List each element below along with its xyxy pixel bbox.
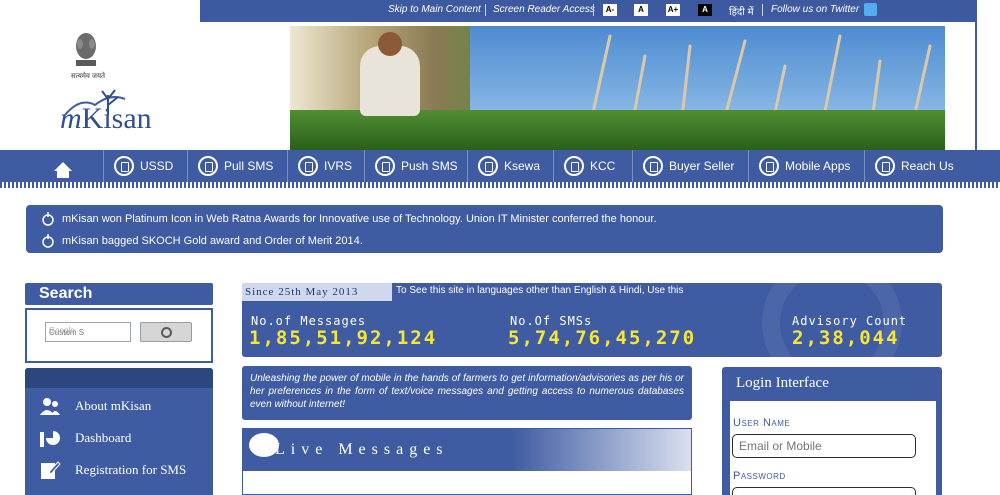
- banner-farmer: [360, 46, 420, 116]
- hindi-link[interactable]: हिंदी में: [729, 4, 754, 18]
- nav-label: Push SMS: [401, 159, 458, 173]
- nav-label: Reach Us: [901, 159, 954, 173]
- nav-ivrs[interactable]: IVRS: [288, 150, 365, 182]
- live-messages-panel: Live Messages: [242, 428, 692, 495]
- nav-label: USSD: [140, 159, 174, 173]
- messages-label: No.of Messages: [251, 314, 367, 328]
- logo-text: Kisan: [81, 102, 152, 135]
- nav-label: IVRS: [324, 159, 353, 173]
- nav-reach-us[interactable]: Reach Us: [865, 150, 965, 182]
- sms-label: No.Of SMSs: [510, 314, 593, 328]
- twitter-icon[interactable]: [864, 3, 877, 16]
- nav-label: Ksewa: [504, 159, 541, 173]
- messages-count: 1,85,51,92,124: [249, 327, 438, 349]
- advisory-count: 2,38,044: [792, 327, 900, 349]
- advisory-label: Advisory Count: [792, 314, 908, 328]
- menu-label: Dashboard: [75, 430, 132, 445]
- divider: [485, 4, 486, 16]
- nav-ksewa[interactable]: Ksewa: [468, 150, 554, 182]
- left-menu-header: [25, 368, 213, 388]
- nav-label: Mobile Apps: [785, 159, 851, 173]
- android-icon: [759, 156, 779, 176]
- nav-label: Buyer Seller: [669, 159, 735, 173]
- news-item[interactable]: mKisan bagged SKOCH Gold award and Order…: [62, 235, 363, 247]
- users-icon: [40, 398, 60, 415]
- home-icon: [53, 161, 72, 178]
- since-date: Since 25th May 2013: [242, 283, 392, 301]
- nav-mobile-apps[interactable]: Mobile Apps: [749, 150, 865, 182]
- search-input[interactable]: [45, 322, 131, 342]
- username-input[interactable]: [732, 434, 916, 458]
- skip-to-content-link[interactable]: Skip to Main Content: [388, 4, 481, 15]
- nav-ussd[interactable]: USSD: [104, 150, 188, 182]
- font-increase-button[interactable]: A+: [666, 4, 680, 16]
- menu-label: Registration for SMS: [75, 462, 187, 477]
- nav-pull-sms[interactable]: Pull SMS: [188, 150, 288, 182]
- login-panel: Login Interface User Name Password: [722, 367, 942, 495]
- phone-icon: [198, 156, 218, 176]
- nav-divider: [0, 182, 1000, 188]
- mkisan-logo[interactable]: mKisan: [60, 102, 152, 136]
- search-panel: Google: [25, 308, 213, 363]
- logo-m: m: [60, 102, 82, 135]
- mail-icon: [375, 156, 395, 176]
- nav-push-sms[interactable]: Push SMS: [365, 150, 468, 182]
- sms-count: 5,74,76,45,270: [508, 327, 697, 349]
- nav-home[interactable]: [22, 150, 104, 182]
- password-label: Password: [733, 470, 786, 482]
- twitter-link[interactable]: Follow us on Twitter: [771, 4, 859, 15]
- live-messages-title: Live Messages: [275, 441, 449, 458]
- font-decrease-button[interactable]: A-: [603, 4, 617, 16]
- divider: [762, 4, 763, 16]
- nav-label: KCC: [590, 159, 616, 173]
- font-normal-button[interactable]: A: [634, 4, 648, 16]
- menu-dashboard[interactable]: Dashboard: [39, 428, 131, 448]
- top-utility-bar: Skip to Main Content Screen Reader Acces…: [0, 0, 1000, 22]
- phone-icon: [114, 156, 134, 176]
- award-icon: [42, 234, 54, 248]
- screen-reader-link[interactable]: Screen Reader Access: [493, 4, 595, 15]
- menu-about[interactable]: About mKisan: [39, 396, 151, 416]
- award-icon: [42, 212, 54, 226]
- handshake-icon: [643, 156, 663, 176]
- login-form: User Name Password: [730, 401, 936, 495]
- nav-buyer-seller[interactable]: Buyer Seller: [633, 150, 749, 182]
- service-icon: [478, 156, 498, 176]
- edit-icon: [41, 461, 61, 479]
- chart-icon: [40, 431, 60, 447]
- header-edge: [975, 0, 977, 150]
- phone-icon: [298, 156, 318, 176]
- live-messages-header: Live Messages: [243, 429, 691, 471]
- banner-farmer-head: [378, 32, 402, 56]
- main-nav: USSD Pull SMS IVRS Push SMS Ksewa KCC Bu…: [0, 150, 1000, 182]
- search-button[interactable]: [140, 322, 192, 342]
- emblem-motto: सत्यमेव जयते: [70, 73, 106, 80]
- banner-grass: [290, 110, 945, 150]
- divider: [593, 4, 594, 16]
- telephone-icon: [875, 156, 895, 176]
- contrast-button[interactable]: A: [698, 4, 712, 16]
- login-title: Login Interface: [736, 375, 829, 391]
- username-label: User Name: [733, 417, 791, 429]
- nav-kcc[interactable]: KCC: [554, 150, 633, 182]
- header-banner-image: [290, 26, 945, 150]
- password-input[interactable]: [732, 487, 916, 495]
- tagline: Unleashing the power of mobile in the ha…: [242, 366, 692, 420]
- statistics-panel: Since 25th May 2013 To See this site in …: [242, 283, 942, 357]
- news-item[interactable]: mKisan won Platinum Icon in Web Ratna Aw…: [62, 213, 657, 225]
- news-ticker: mKisan won Platinum Icon in Web Ratna Aw…: [26, 205, 943, 253]
- menu-registration[interactable]: Registration for SMS: [39, 460, 186, 480]
- nav-label: Pull SMS: [224, 159, 274, 173]
- site-header: सत्यमेव जयते mKisan: [0, 22, 975, 150]
- national-emblem-icon: [76, 33, 96, 66]
- left-menu: About mKisan Dashboard Registration for …: [25, 368, 213, 495]
- search-heading: Search: [25, 283, 213, 305]
- language-note: To See this site in languages other than…: [396, 285, 684, 296]
- call-center-icon: [564, 156, 584, 176]
- menu-label: About mKisan: [75, 398, 152, 413]
